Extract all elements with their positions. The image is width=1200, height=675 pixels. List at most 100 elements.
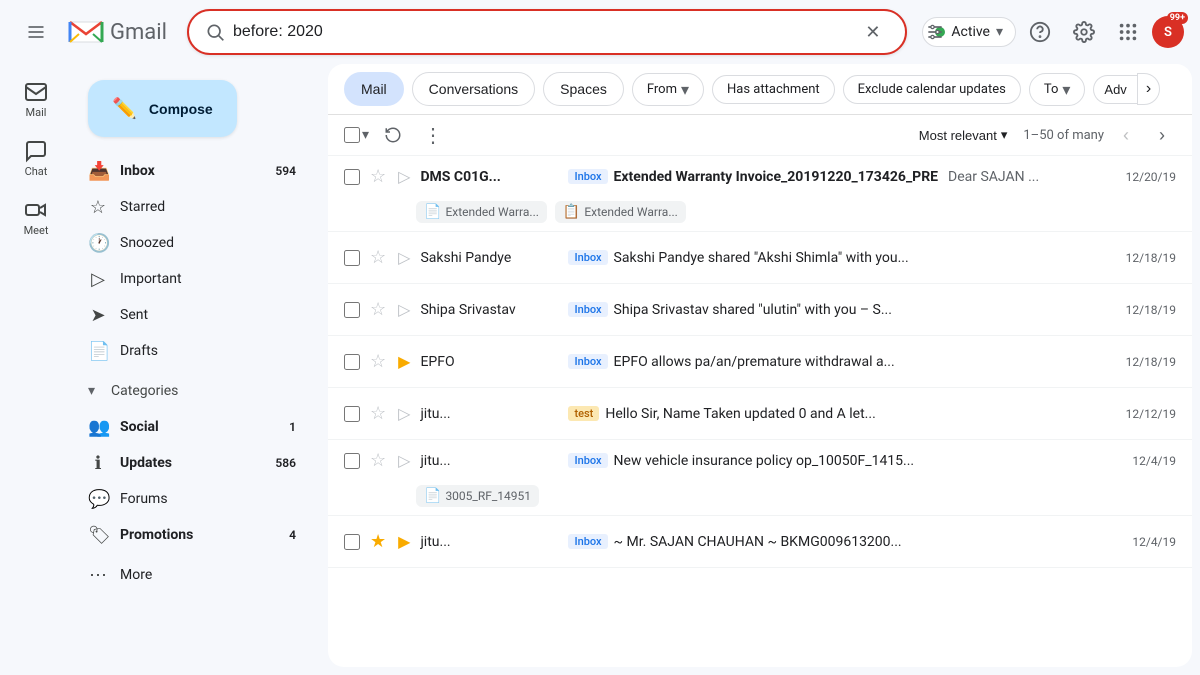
apps-button[interactable] — [1108, 12, 1148, 52]
tab-mail[interactable]: Mail — [344, 72, 404, 106]
email-sender: jitu... — [420, 453, 560, 469]
filter-to-chip[interactable]: To ▾ — [1029, 73, 1086, 106]
important-button[interactable]: ▷ — [396, 165, 412, 189]
important-button[interactable]: ▷ — [396, 402, 412, 426]
email-checkbox[interactable] — [344, 406, 360, 422]
email-checkbox[interactable] — [344, 534, 360, 550]
sidebar-mail-icon[interactable]: Mail — [6, 72, 66, 127]
email-checkbox[interactable] — [344, 354, 360, 370]
email-list-controls: ▾ ⋮ Most relevant ▾ 1–50 of many ‹ › — [328, 115, 1192, 156]
next-page-button[interactable]: › — [1148, 121, 1176, 149]
categories-header[interactable]: ▾ Categories — [72, 373, 312, 409]
search-clear-button[interactable]: ✕ — [857, 16, 889, 48]
sidebar: ✏️ Compose 📥 Inbox 594 ☆ Starred 🕐 Snooz… — [72, 64, 328, 675]
refresh-button[interactable] — [377, 119, 409, 151]
important-button[interactable]: ▶ — [396, 350, 412, 374]
email-subject: New vehicle insurance policy op_10050F_1… — [614, 453, 915, 469]
important-button[interactable]: ▷ — [396, 298, 412, 322]
promotions-icon: 🏷 — [88, 525, 108, 546]
sidebar-item-more[interactable]: ⋯ More — [72, 557, 312, 593]
star-button[interactable]: ☆ — [368, 297, 388, 322]
attachment-name-1: 3005_RF_14951 — [445, 489, 531, 503]
search-input[interactable] — [233, 23, 849, 41]
table-row[interactable]: ☆ ▷ DMS C01G... Inbox Extended Warranty … — [328, 156, 1192, 232]
sidebar-item-updates[interactable]: ℹ Updates 586 — [72, 445, 312, 481]
social-label: Social — [120, 419, 277, 435]
important-label: Important — [120, 271, 296, 287]
email-label-badge: Inbox — [568, 453, 607, 468]
star-button[interactable]: ☆ — [368, 164, 388, 189]
sidebar-item-social[interactable]: 👥 Social 1 — [72, 409, 312, 445]
starred-icon: ☆ — [88, 197, 108, 218]
attachment-thumb-1[interactable]: 📄 3005_RF_14951 — [416, 485, 539, 507]
star-button[interactable]: ★ — [368, 529, 388, 554]
help-button[interactable] — [1020, 12, 1060, 52]
table-row[interactable]: ☆ ▷ jitu... test Hello Sir, Name Taken u… — [328, 388, 1192, 440]
email-body: Inbox ~ Mr. SAJAN CHAUHAN ~ BKMG00961320… — [568, 534, 1108, 550]
sidebar-item-inbox[interactable]: 📥 Inbox 594 — [72, 153, 312, 189]
advanced-arrow-button[interactable]: › — [1137, 73, 1160, 105]
content-area: Mail Conversations Spaces From ▾ Has att… — [328, 64, 1192, 667]
filter-exclude-calendar-chip[interactable]: Exclude calendar updates — [843, 75, 1021, 104]
meet-icon — [24, 198, 48, 222]
previous-page-button[interactable]: ‹ — [1112, 121, 1140, 149]
avatar-notification-badge: 99+ — [1167, 12, 1188, 24]
social-badge: 1 — [289, 420, 296, 434]
filter-from-chip[interactable]: From ▾ — [632, 73, 704, 106]
star-button[interactable]: ☆ — [368, 349, 388, 374]
user-avatar[interactable]: S 99+ — [1152, 16, 1184, 48]
email-checkbox[interactable] — [344, 169, 360, 185]
sidebar-item-promotions[interactable]: 🏷 Promotions 4 — [72, 517, 312, 553]
email-checkbox[interactable] — [344, 250, 360, 266]
advanced-label-button[interactable]: Adv — [1093, 75, 1136, 104]
important-button[interactable]: ▶ — [396, 530, 412, 554]
sidebar-item-forums[interactable]: 💬 Forums — [72, 481, 312, 517]
email-checkbox[interactable] — [344, 453, 360, 469]
list-more-button[interactable]: ⋮ — [417, 119, 449, 151]
select-all-wrapper: ▾ — [344, 127, 369, 143]
email-snippet: Dear SAJAN ... — [948, 169, 1039, 185]
select-all-checkbox[interactable] — [344, 127, 360, 143]
promotions-label: Promotions — [120, 527, 277, 543]
filter-has-attachment-chip[interactable]: Has attachment — [712, 75, 835, 104]
sidebar-chat-icon[interactable]: Chat — [6, 131, 66, 186]
sidebar-item-starred[interactable]: ☆ Starred — [72, 189, 312, 225]
email-date: 12/12/19 — [1116, 407, 1176, 421]
email-checkbox[interactable] — [344, 302, 360, 318]
sort-button[interactable]: Most relevant ▾ — [911, 123, 1016, 147]
star-button[interactable]: ☆ — [368, 401, 388, 426]
attachment-thumb-2[interactable]: 📋 Extended Warra... — [555, 201, 686, 223]
important-button[interactable]: ▷ — [396, 449, 412, 473]
pagination-count: 1–50 of many — [1023, 128, 1104, 143]
table-row[interactable]: ★ ▶ jitu... Inbox ~ Mr. SAJAN CHAUHAN ~ … — [328, 516, 1192, 568]
hamburger-menu-button[interactable] — [16, 12, 56, 52]
settings-button[interactable] — [1064, 12, 1104, 52]
sort-chevron-icon: ▾ — [1001, 127, 1008, 143]
table-row[interactable]: ☆ ▶ EPFO Inbox EPFO allows pa/an/prematu… — [328, 336, 1192, 388]
table-row[interactable]: ☆ ▷ Shipa Srivastav Inbox Shipa Srivasta… — [328, 284, 1192, 336]
active-label: Active — [951, 24, 990, 40]
sidebar-item-important[interactable]: ▷ Important — [72, 261, 312, 297]
attachment-thumb-1[interactable]: 📄 Extended Warra... — [416, 201, 547, 223]
forums-label: Forums — [120, 491, 296, 507]
star-button[interactable]: ☆ — [368, 448, 388, 473]
table-row[interactable]: ☆ ▷ Sakshi Pandye Inbox Sakshi Pandye sh… — [328, 232, 1192, 284]
social-icon: 👥 — [88, 417, 108, 438]
sidebar-item-sent[interactable]: ➤ Sent — [72, 297, 312, 333]
tab-spaces[interactable]: Spaces — [543, 72, 624, 106]
sidebar-item-snoozed[interactable]: 🕐 Snoozed — [72, 225, 312, 261]
select-dropdown-icon[interactable]: ▾ — [362, 127, 369, 143]
tab-conversations[interactable]: Conversations — [412, 72, 536, 106]
inbox-icon: 📥 — [88, 161, 108, 182]
advanced-search-group: Adv › — [1093, 73, 1160, 105]
email-subject: ~ Mr. SAJAN CHAUHAN ~ BKMG009613200... — [614, 534, 902, 550]
compose-button[interactable]: ✏️ Compose — [88, 80, 237, 137]
search-options-button[interactable] — [915, 12, 955, 52]
updates-icon: ℹ — [88, 453, 108, 474]
sidebar-item-drafts[interactable]: 📄 Drafts — [72, 333, 312, 369]
important-button[interactable]: ▷ — [396, 246, 412, 270]
star-button[interactable]: ☆ — [368, 245, 388, 270]
sidebar-meet-icon[interactable]: Meet — [6, 190, 66, 245]
header-right: Active ▾ S 99+ — [922, 12, 1184, 52]
table-row[interactable]: ☆ ▷ jitu... Inbox New vehicle insurance … — [328, 440, 1192, 516]
